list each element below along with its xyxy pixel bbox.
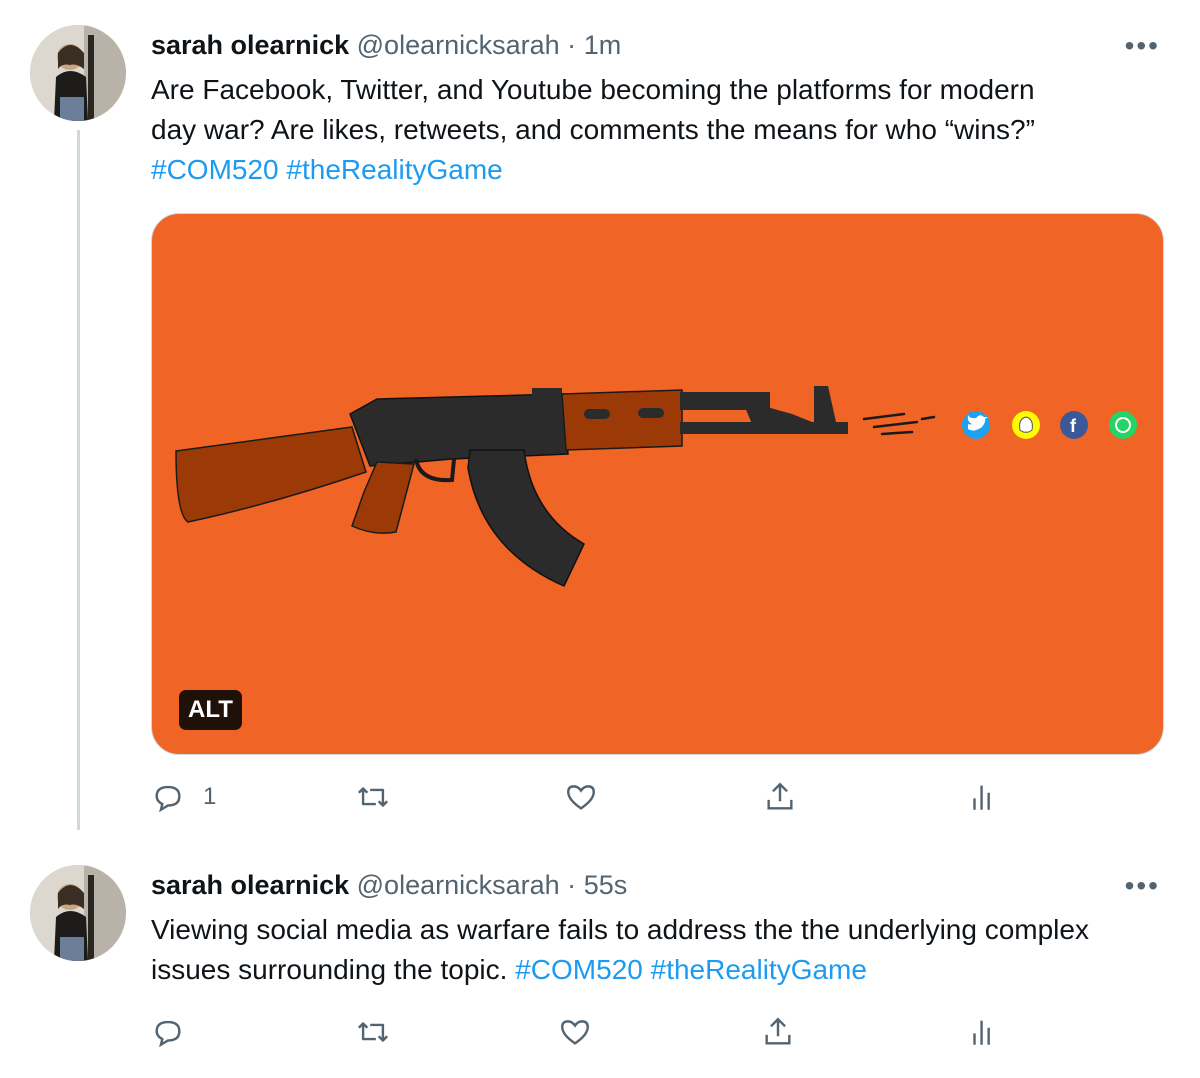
tweet-2[interactable]: sarah olearnick @olearnicksarah · 55s ••… bbox=[0, 850, 1200, 1078]
tweet-text: Viewing social media as warfare fails to… bbox=[151, 910, 1161, 990]
hashtag-therealitygame[interactable]: #theRealityGame bbox=[651, 954, 867, 985]
tweet-text-line: Are Facebook, Twitter, and Youtube becom… bbox=[151, 74, 1035, 105]
reply-button[interactable]: 1 bbox=[151, 780, 216, 814]
tweet-actions: 1 bbox=[151, 780, 1161, 830]
hashtag-com520[interactable]: #COM520 bbox=[515, 954, 643, 985]
analytics-button[interactable] bbox=[966, 780, 1000, 814]
analytics-button[interactable] bbox=[966, 1015, 1000, 1049]
tweet-text-line: issues surrounding the topic. #COM520 #t… bbox=[151, 950, 1161, 990]
tweet-header: sarah olearnick @olearnicksarah · 1m bbox=[151, 30, 621, 61]
separator: · bbox=[567, 870, 577, 900]
whatsapp-icon bbox=[1109, 411, 1137, 439]
facebook-icon: f bbox=[1060, 411, 1088, 439]
tweet-text-line: day war? Are likes, retweets, and commen… bbox=[151, 114, 1035, 145]
timestamp[interactable]: 55s bbox=[584, 870, 628, 900]
author-handle[interactable]: @olearnicksarah bbox=[357, 30, 560, 60]
avatar-photo bbox=[30, 25, 126, 121]
hashtag-therealitygame[interactable]: #theRealityGame bbox=[286, 154, 502, 185]
more-options-icon[interactable]: ••• bbox=[1125, 30, 1160, 62]
tweet-actions bbox=[151, 1015, 1161, 1065]
author-name[interactable]: sarah olearnick bbox=[151, 30, 349, 60]
reply-button[interactable] bbox=[151, 1015, 203, 1049]
avatar[interactable] bbox=[30, 865, 126, 961]
snapchat-icon bbox=[1012, 411, 1040, 439]
reply-icon bbox=[155, 1020, 181, 1048]
tweet-1[interactable]: sarah olearnick @olearnicksarah · 1m •••… bbox=[0, 0, 1200, 850]
heart-icon bbox=[567, 785, 595, 810]
reply-count: 1 bbox=[203, 783, 217, 810]
share-button[interactable] bbox=[763, 780, 797, 814]
timestamp[interactable]: 1m bbox=[584, 30, 622, 60]
thread-line bbox=[77, 130, 80, 830]
tweet-image[interactable]: f ALT bbox=[151, 213, 1164, 755]
separator: · bbox=[567, 30, 577, 60]
analytics-icon bbox=[973, 785, 990, 810]
like-button[interactable] bbox=[564, 780, 616, 814]
tweet-text-line: Viewing social media as warfare fails to… bbox=[151, 914, 1089, 945]
retweet-button[interactable] bbox=[356, 780, 408, 814]
heart-icon bbox=[561, 1020, 589, 1045]
analytics-icon bbox=[973, 1020, 990, 1045]
avatar-photo bbox=[30, 865, 126, 961]
retweet-button[interactable] bbox=[356, 1015, 408, 1049]
share-icon bbox=[765, 1017, 791, 1045]
alt-badge[interactable]: ALT bbox=[179, 690, 242, 730]
svg-text:f: f bbox=[1070, 416, 1077, 436]
retweet-icon bbox=[357, 787, 389, 807]
tweet-text-fragment: issues surrounding the topic. bbox=[151, 954, 508, 985]
more-options-icon[interactable]: ••• bbox=[1125, 870, 1160, 902]
retweet-icon bbox=[357, 1022, 389, 1042]
reply-icon bbox=[155, 785, 181, 813]
author-name[interactable]: sarah olearnick bbox=[151, 870, 349, 900]
twitter-icon bbox=[962, 411, 990, 439]
share-icon bbox=[767, 782, 793, 810]
hashtag-line: #COM520 #theRealityGame bbox=[151, 150, 1161, 190]
avatar[interactable] bbox=[30, 25, 126, 121]
tweet-text: Are Facebook, Twitter, and Youtube becom… bbox=[151, 70, 1161, 190]
rifle-illustration: f bbox=[175, 386, 1137, 587]
author-handle[interactable]: @olearnicksarah bbox=[357, 870, 560, 900]
like-button[interactable] bbox=[558, 1015, 610, 1049]
share-button[interactable] bbox=[761, 1015, 795, 1049]
tweet-header: sarah olearnick @olearnicksarah · 55s bbox=[151, 870, 627, 901]
hashtag-com520[interactable]: #COM520 bbox=[151, 154, 279, 185]
